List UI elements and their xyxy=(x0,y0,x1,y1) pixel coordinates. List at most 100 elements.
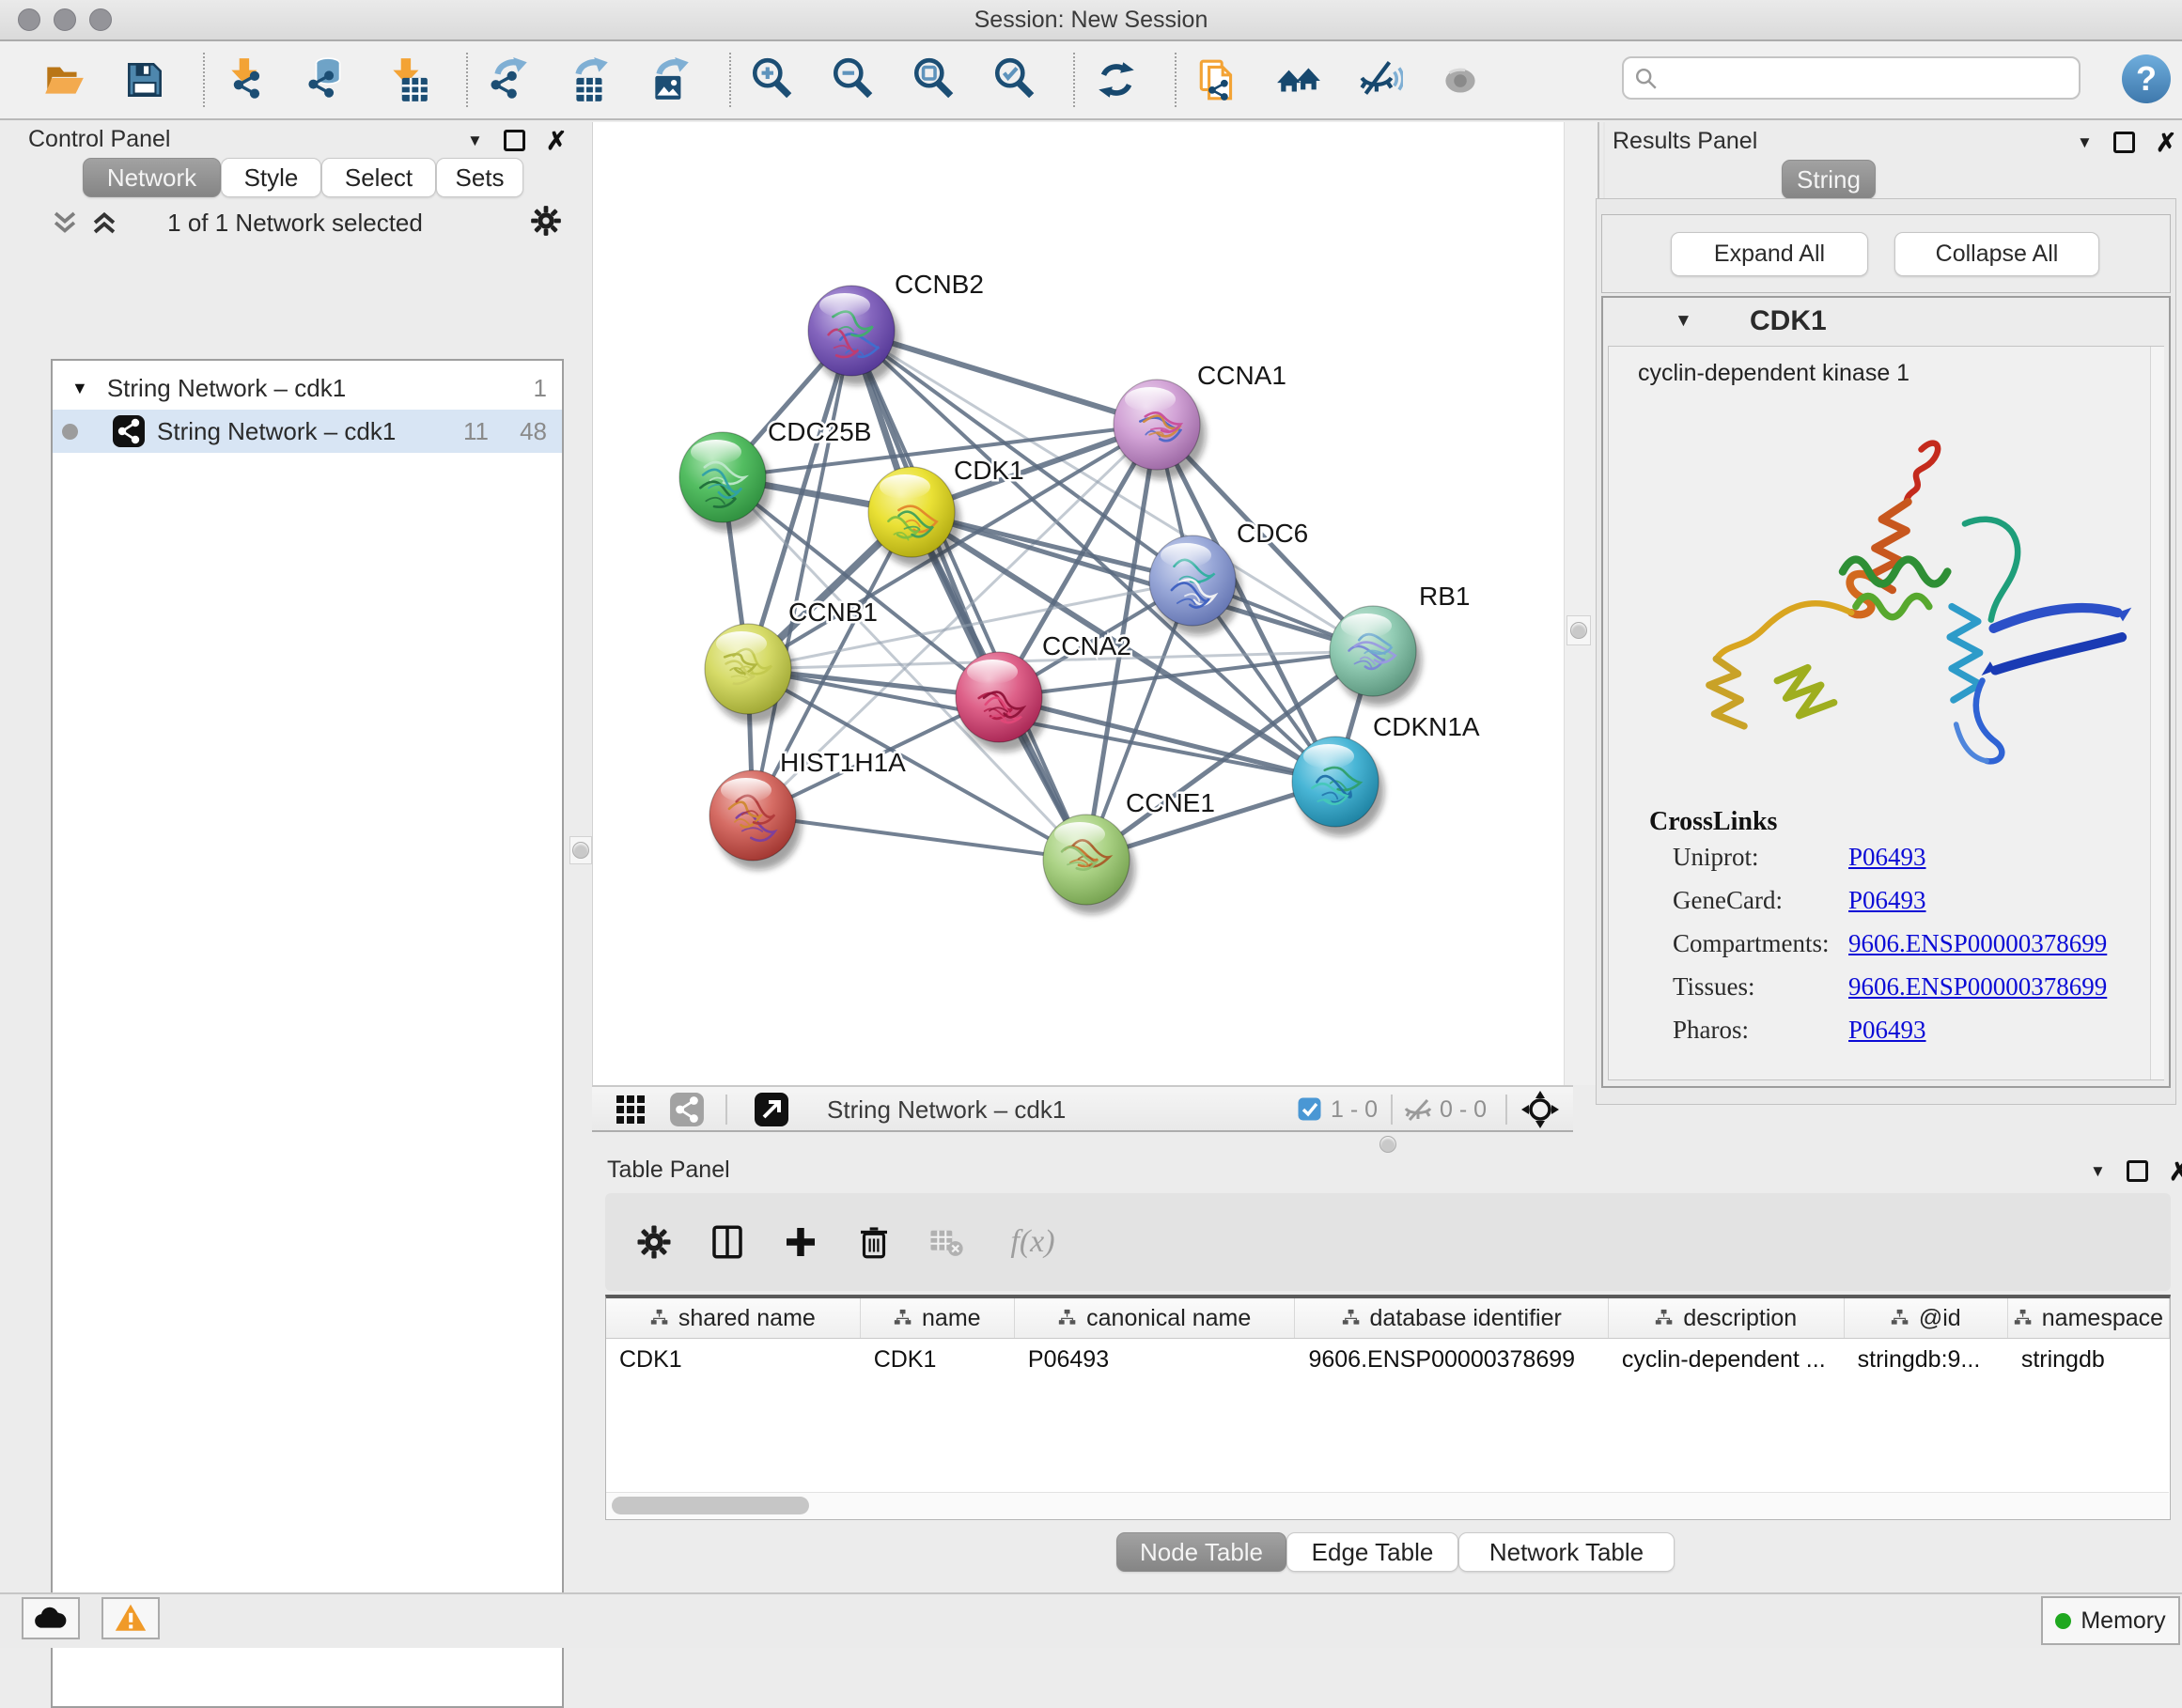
refresh-button[interactable] xyxy=(1092,52,1141,108)
search-input[interactable] xyxy=(1667,60,2065,98)
table-cell[interactable]: CDK1 xyxy=(606,1339,861,1380)
table-hscrollbar-thumb[interactable] xyxy=(612,1497,809,1514)
gear-button[interactable] xyxy=(633,1221,675,1263)
column-attribute-icon xyxy=(1342,1309,1361,1328)
panel-float-icon[interactable] xyxy=(2127,1160,2148,1182)
zoom-in-button[interactable] xyxy=(748,52,797,108)
panel-close-icon[interactable]: ✗ xyxy=(2169,1162,2182,1181)
tab-node-table[interactable]: Node Table xyxy=(1116,1532,1286,1572)
fx-button[interactable]: f(x) xyxy=(1000,1221,1066,1263)
toolbar-search xyxy=(1622,56,2081,100)
zoom-fit-button[interactable] xyxy=(910,52,959,108)
tab-network-table[interactable]: Network Table xyxy=(1458,1532,1675,1572)
grid-view-icon[interactable] xyxy=(615,1094,647,1126)
gear-icon[interactable] xyxy=(528,203,564,239)
columns-button[interactable] xyxy=(707,1221,748,1263)
share-view-icon[interactable] xyxy=(669,1092,705,1127)
crosslink-link[interactable]: 9606.ENSP00000378699 xyxy=(1848,972,2107,1002)
left-splitter-handle[interactable] xyxy=(569,836,592,864)
table-cell[interactable]: 9606.ENSP00000378699 xyxy=(1295,1339,1608,1380)
memory-button[interactable]: Memory xyxy=(2041,1596,2180,1645)
help-button[interactable]: ? xyxy=(2120,53,2173,105)
table-cell[interactable]: stringdb:9... xyxy=(1845,1339,2008,1380)
column-header--id[interactable]: @id xyxy=(1845,1298,2008,1338)
expand-all-button[interactable]: Expand All xyxy=(1671,232,1868,276)
network-row[interactable]: String Network – cdk1 11 48 xyxy=(53,410,562,453)
save-button[interactable] xyxy=(120,52,169,108)
toolbar-separator xyxy=(1073,53,1075,107)
expand-all-chevron-icon[interactable] xyxy=(88,207,120,239)
fit-selected-crosshair-icon[interactable] xyxy=(1520,1090,1560,1129)
network-edge-CCNB2-CCNE1[interactable] xyxy=(851,331,1086,860)
tab-sets[interactable]: Sets xyxy=(436,158,523,197)
panel-close-icon[interactable]: ✗ xyxy=(546,132,568,150)
show-hidden-button[interactable] xyxy=(1436,52,1485,108)
zoom-out-button[interactable] xyxy=(829,52,878,108)
import-table-button[interactable] xyxy=(383,52,432,108)
network-canvas[interactable]: CCNB2CCNA1CDC25BCDK1CDC6RB1CCNB1CCNA2CDK… xyxy=(592,122,1565,1085)
expander-triangle-icon[interactable]: ▼ xyxy=(71,379,88,398)
network-node-CDC25B[interactable] xyxy=(679,432,771,532)
tab-string[interactable]: String xyxy=(1782,160,1876,199)
column-header-shared-name[interactable]: shared name xyxy=(606,1298,861,1338)
network-node-CCNB2[interactable] xyxy=(808,286,900,385)
crosslink-link[interactable]: P06493 xyxy=(1848,1016,1926,1045)
trash-button[interactable] xyxy=(853,1221,895,1263)
crosslink-link[interactable]: P06493 xyxy=(1848,886,1926,915)
hide-selected-button[interactable] xyxy=(1355,52,1404,108)
table-delete-button[interactable] xyxy=(927,1221,968,1263)
network-node-CDK1[interactable] xyxy=(868,467,960,567)
column-header-namespace[interactable]: namespace xyxy=(2008,1298,2170,1338)
warning-button[interactable] xyxy=(101,1597,160,1639)
column-header-database-identifier[interactable]: database identifier xyxy=(1295,1298,1608,1338)
network-node-RB1[interactable] xyxy=(1330,606,1422,706)
tab-network[interactable]: Network xyxy=(83,158,221,197)
tab-style[interactable]: Style xyxy=(221,158,321,197)
crosslink-link[interactable]: P06493 xyxy=(1848,843,1926,872)
cloud-button[interactable] xyxy=(22,1597,80,1639)
network-node-HIST1H1A[interactable] xyxy=(709,770,802,870)
column-header-canonical-name[interactable]: canonical name xyxy=(1015,1298,1296,1338)
tab-edge-table[interactable]: Edge Table xyxy=(1286,1532,1458,1572)
network-node-CCNE1[interactable] xyxy=(1043,815,1135,914)
tab-select[interactable]: Select xyxy=(321,158,436,197)
home-button[interactable] xyxy=(1274,52,1323,108)
section-expander-triangle-icon[interactable]: ▼ xyxy=(1675,311,1692,332)
collapse-all-button[interactable]: Collapse All xyxy=(1894,232,2099,276)
birdseye-view-icon[interactable] xyxy=(754,1092,789,1127)
panel-menu-icon[interactable]: ▼ xyxy=(467,132,483,150)
panel-menu-icon[interactable]: ▼ xyxy=(2077,133,2093,152)
hidden-eye-icon[interactable] xyxy=(1402,1095,1434,1125)
import-network-button[interactable] xyxy=(222,52,271,108)
network-node-CCNA1[interactable] xyxy=(1114,380,1206,479)
network-edge-HIST1H1A-CCNE1[interactable] xyxy=(753,815,1086,860)
panel-float-icon[interactable] xyxy=(504,130,525,151)
network-collection-row[interactable]: ▼ String Network – cdk1 1 xyxy=(53,366,562,410)
search-icon xyxy=(1633,66,1660,92)
crosslink-link[interactable]: 9606.ENSP00000378699 xyxy=(1848,929,2107,958)
panel-close-icon[interactable]: ✗ xyxy=(2156,133,2177,152)
clone-network-button[interactable] xyxy=(1193,52,1242,108)
panel-menu-icon[interactable]: ▼ xyxy=(2090,1162,2106,1181)
export-table-button[interactable] xyxy=(566,52,615,108)
results-scrollbar-track[interactable] xyxy=(2150,347,2164,1079)
export-network-button[interactable] xyxy=(485,52,534,108)
open-file-button[interactable] xyxy=(39,52,88,108)
column-attribute-icon xyxy=(894,1309,912,1328)
table-row[interactable]: CDK1CDK1P064939606.ENSP00000378699cyclin… xyxy=(606,1339,2170,1380)
import-database-button[interactable] xyxy=(303,52,351,108)
table-cell[interactable]: stringdb xyxy=(2008,1339,2170,1380)
plus-button[interactable] xyxy=(780,1221,821,1263)
collapse-all-chevron-icon[interactable] xyxy=(49,207,81,239)
column-header-description[interactable]: description xyxy=(1609,1298,1845,1338)
network-node-CDKN1A[interactable] xyxy=(1292,737,1384,836)
panel-float-icon[interactable] xyxy=(2113,132,2135,153)
table-cell[interactable]: cyclin-dependent ... xyxy=(1609,1339,1845,1380)
zoom-selected-button[interactable] xyxy=(990,52,1039,108)
table-cell[interactable]: P06493 xyxy=(1015,1339,1296,1380)
column-header-name[interactable]: name xyxy=(861,1298,1015,1338)
table-cell[interactable]: CDK1 xyxy=(861,1339,1015,1380)
selected-checkbox-icon[interactable] xyxy=(1298,1097,1321,1121)
export-image-button[interactable] xyxy=(647,52,695,108)
network-edge-CCNB2-HIST1H1A[interactable] xyxy=(753,331,851,815)
